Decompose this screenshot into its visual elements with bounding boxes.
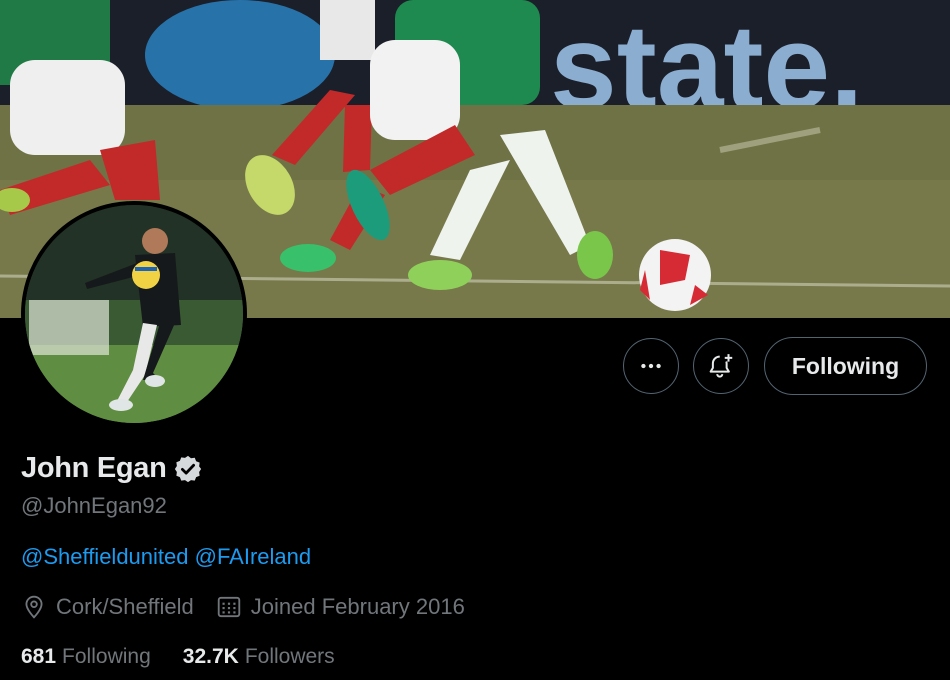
location-text: Cork/Sheffield	[56, 594, 194, 619]
location-item: Cork/Sheffield	[21, 594, 194, 620]
more-button[interactable]	[623, 338, 679, 394]
profile-meta: Cork/Sheffield Joined February 2016	[21, 594, 465, 620]
verified-badge-icon[interactable]	[173, 454, 203, 484]
following-button[interactable]: Following	[764, 337, 927, 395]
profile-handle: @JohnEgan92	[21, 493, 167, 518]
more-horizontal-icon	[641, 363, 661, 369]
avatar-photo	[25, 205, 243, 423]
joined-item: Joined February 2016	[216, 594, 465, 620]
following-label: Following	[62, 645, 151, 668]
bell-plus-icon	[709, 354, 733, 378]
display-name: John Egan	[21, 452, 167, 484]
following-count-link[interactable]: 681 Following	[21, 645, 151, 669]
notifications-button[interactable]	[693, 338, 749, 394]
followers-label: Followers	[244, 645, 335, 668]
followers-count: 32.7K	[182, 645, 239, 668]
location-pin-icon	[25, 595, 43, 619]
profile-bio: @Sheffieldunited @FAIreland	[21, 544, 311, 570]
following-count: 681	[21, 645, 57, 668]
bio-link-faireland[interactable]: @FAIreland	[195, 544, 312, 569]
joined-text: Joined February 2016	[250, 594, 465, 619]
avatar[interactable]	[21, 201, 247, 427]
profile-name-row: John Egan	[21, 452, 203, 485]
calendar-icon	[217, 596, 240, 618]
followers-count-link[interactable]: 32.7K Followers	[183, 645, 335, 669]
profile-stats: 681 Following 32.7K Followers	[21, 645, 335, 669]
bio-link-sheffieldunited[interactable]: @Sheffieldunited	[21, 544, 189, 569]
